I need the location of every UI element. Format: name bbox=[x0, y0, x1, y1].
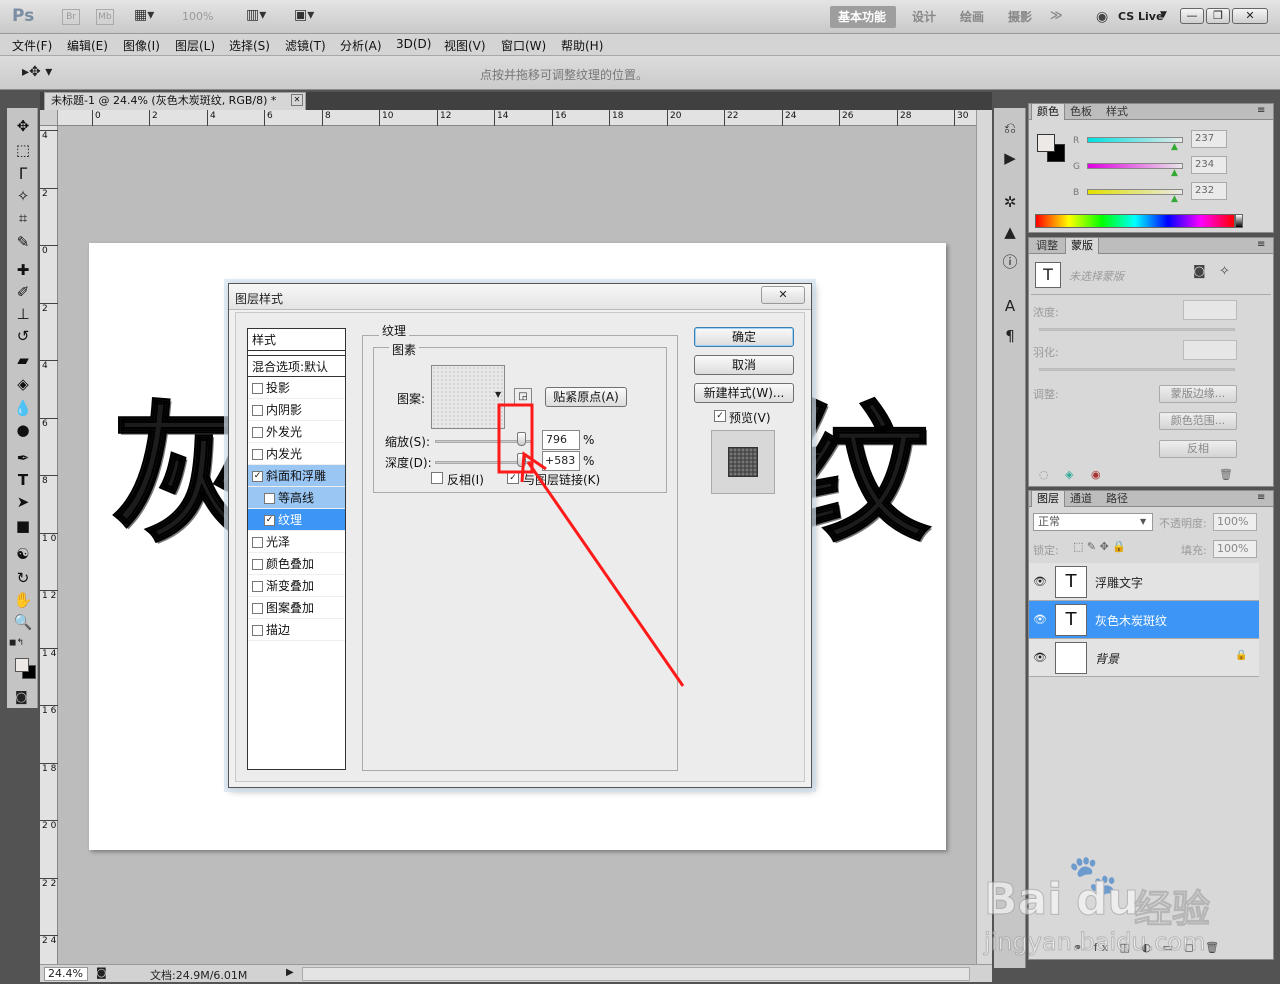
foreground-color-swatch[interactable] bbox=[15, 658, 29, 672]
annotation-arrow-head bbox=[520, 451, 547, 483]
watermark-brand: Bai bbox=[983, 874, 1063, 926]
watermark-brand-du: du bbox=[1076, 874, 1140, 926]
annotation-overlay bbox=[497, 403, 685, 687]
annotation-highlight-box bbox=[497, 403, 534, 474]
watermark-brand-cn: 经验 bbox=[1133, 887, 1211, 932]
watermark-url: jingyan.baidu.com bbox=[983, 928, 1206, 957]
foreground-color-chip[interactable] bbox=[1037, 134, 1055, 152]
annotation-arrow-line bbox=[526, 461, 685, 687]
baidu-watermark: Bai 🐾 du 经验 jingyan.baidu.com bbox=[983, 852, 1274, 962]
